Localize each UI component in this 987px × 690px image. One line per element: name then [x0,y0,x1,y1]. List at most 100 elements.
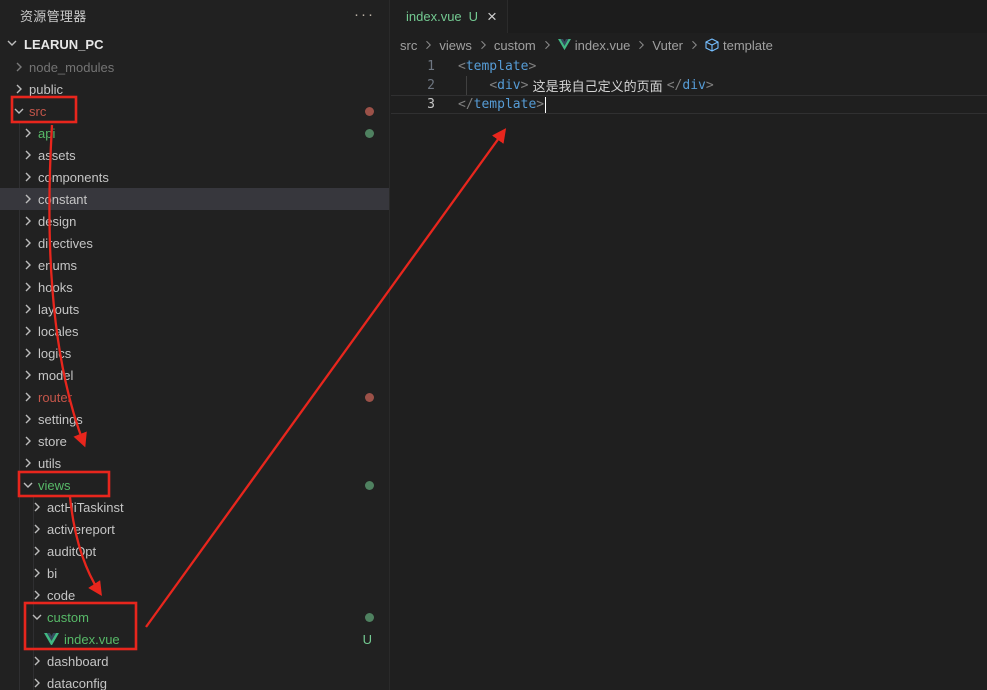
code-line-content: <template> [435,59,536,74]
git-decoration [365,129,389,138]
tree-item-label: store [38,434,67,449]
tree-item-router[interactable]: router [0,386,389,408]
tree-item-src[interactable]: src [0,100,389,122]
tree-item-label: enums [38,258,77,273]
tree-item-label: activereport [47,522,115,537]
code-token: div [682,78,705,93]
chevron-right-icon [29,653,45,669]
tab-index-vue[interactable]: index.vue U × [391,0,508,33]
code-token: > [521,78,529,93]
code-editor[interactable]: 1<template>2 <div> 这是我自己定义的页面 </div>3</t… [391,57,987,690]
chevron-down-icon [29,609,45,625]
tree-item-auditOpt[interactable]: auditOpt [0,540,389,562]
code-token: > [706,78,714,93]
tree-item-label: auditOpt [47,544,96,559]
git-status-dot [365,107,374,116]
chevron-right-icon [20,235,36,251]
git-decoration [365,613,389,622]
tree-item-bi[interactable]: bi [0,562,389,584]
editor-area: index.vue U × src views custom index.vue Vut… [391,0,987,690]
vscode-window: 资源管理器 ··· LEARUN_PC node_modulespublicsr… [0,0,987,690]
breadcrumb-label: src [400,38,417,53]
tree-item-utils[interactable]: utils [0,452,389,474]
tree-item-model[interactable]: model [0,364,389,386]
vue-icon [558,39,571,50]
tree-item-store[interactable]: store [0,430,389,452]
chevron-right-icon [29,587,45,603]
tree-item-label: router [38,390,72,405]
tree-item-code[interactable]: code [0,584,389,606]
tree-item-actHiTaskinst[interactable]: actHiTaskinst [0,496,389,518]
tree-item-label: actHiTaskinst [47,500,124,515]
tree-item-components[interactable]: components [0,166,389,188]
line-number: 3 [391,97,435,112]
tree-item-hooks[interactable]: hooks [0,276,389,298]
breadcrumb-separator-icon [688,39,700,51]
tree-item-label: dashboard [47,654,108,669]
tree-item-label: constant [38,192,87,207]
chevron-right-icon [20,345,36,361]
tree-item-custom[interactable]: custom [0,606,389,628]
tree-item-locales[interactable]: locales [0,320,389,342]
chevron-right-icon [29,521,45,537]
tree-item-label: utils [38,456,61,471]
chevron-right-icon [20,191,36,207]
vue-icon [44,633,59,646]
tree-item-directives[interactable]: directives [0,232,389,254]
tree-item-constant[interactable]: constant [0,188,389,210]
chevron-down-icon [11,103,27,119]
symbol-template-icon [705,38,719,52]
breadcrumb-item-index.vue[interactable]: index.vue [558,38,631,53]
workspace-header[interactable]: LEARUN_PC [0,32,389,56]
tree-item-label: assets [38,148,76,163]
tree-item-label: layouts [38,302,79,317]
breadcrumb-item-views[interactable]: views [439,38,472,53]
code-line-content: </template> [435,97,546,113]
tree-item-dataconfig[interactable]: dataconfig [0,672,389,690]
breadcrumb-separator-icon [541,39,553,51]
breadcrumb-separator-icon [635,39,647,51]
chevron-right-icon [20,323,36,339]
tree-item-activereport[interactable]: activereport [0,518,389,540]
tree-item-design[interactable]: design [0,210,389,232]
git-decoration: U [363,632,389,647]
breadcrumb-label: custom [494,38,536,53]
breadcrumb-item-custom[interactable]: custom [494,38,536,53]
code-token: 这是我自己定义的页面 [528,76,666,95]
git-status-dot [365,393,374,402]
tree-item-enums[interactable]: enums [0,254,389,276]
breadcrumb-item-src[interactable]: src [400,38,417,53]
chevron-down-icon [4,35,22,54]
tree-item-assets[interactable]: assets [0,144,389,166]
tree-item-public[interactable]: public [0,78,389,100]
tree-item-views[interactable]: views [0,474,389,496]
breadcrumb-label: index.vue [575,38,631,53]
chevron-right-icon [20,125,36,141]
close-icon[interactable]: × [487,10,497,24]
tab-bar: index.vue U × [391,0,987,33]
tree-item-api[interactable]: api [0,122,389,144]
file-tree: node_modulespublicsrc api assets components… [0,56,389,690]
breadcrumb: src views custom index.vue Vuter template [391,33,987,57]
git-status-dot [365,613,374,622]
chevron-right-icon [20,411,36,427]
chevron-down-icon [20,477,36,493]
chevron-right-icon [20,169,36,185]
more-actions-icon[interactable]: ··· [354,10,375,20]
tab-file-name: index.vue [406,9,462,24]
chevron-right-icon [11,59,27,75]
tree-item-node_modules[interactable]: node_modules [0,56,389,78]
chevron-right-icon [20,433,36,449]
breadcrumb-item-template[interactable]: template [705,38,773,53]
breadcrumb-item-Vuter[interactable]: Vuter [652,38,683,53]
tree-item-logics[interactable]: logics [0,342,389,364]
explorer-title: 资源管理器 [20,6,87,25]
tree-item-dashboard[interactable]: dashboard [0,650,389,672]
tree-item-layouts[interactable]: layouts [0,298,389,320]
tree-item-label: api [38,126,55,141]
tree-item-settings[interactable]: settings [0,408,389,430]
tree-item-label: bi [47,566,57,581]
code-token: </ [667,78,683,93]
tree-item-index.vue[interactable]: index.vueU [0,628,389,650]
chevron-right-icon [20,367,36,383]
